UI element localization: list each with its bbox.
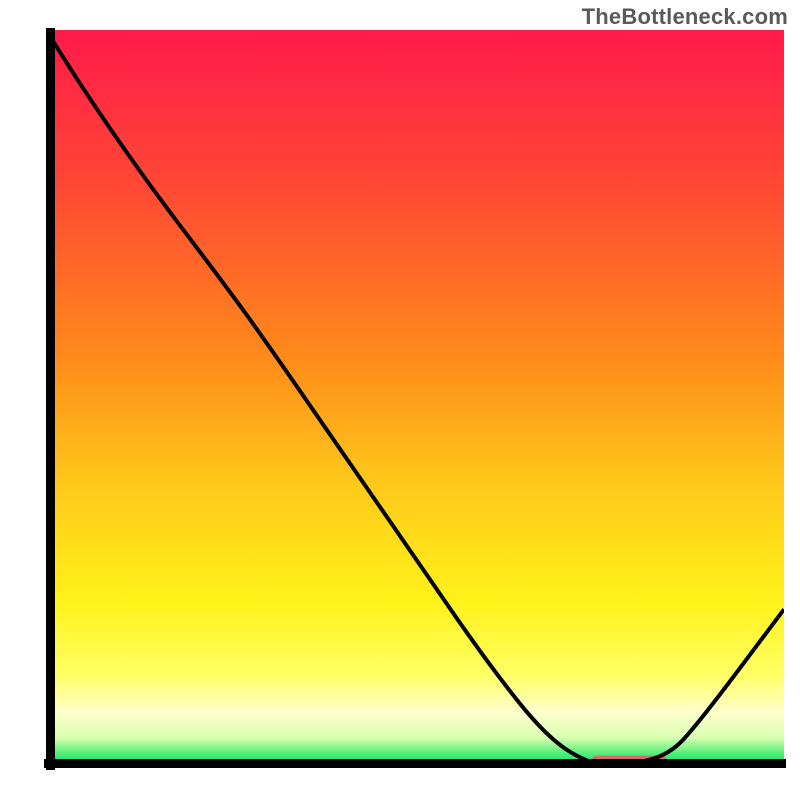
gradient-background: [51, 30, 785, 764]
bottleneck-chart: [0, 0, 800, 800]
watermark-label: TheBottleneck.com: [582, 4, 788, 30]
plot-area: [46, 30, 784, 767]
chart-container: TheBottleneck.com: [0, 0, 800, 800]
